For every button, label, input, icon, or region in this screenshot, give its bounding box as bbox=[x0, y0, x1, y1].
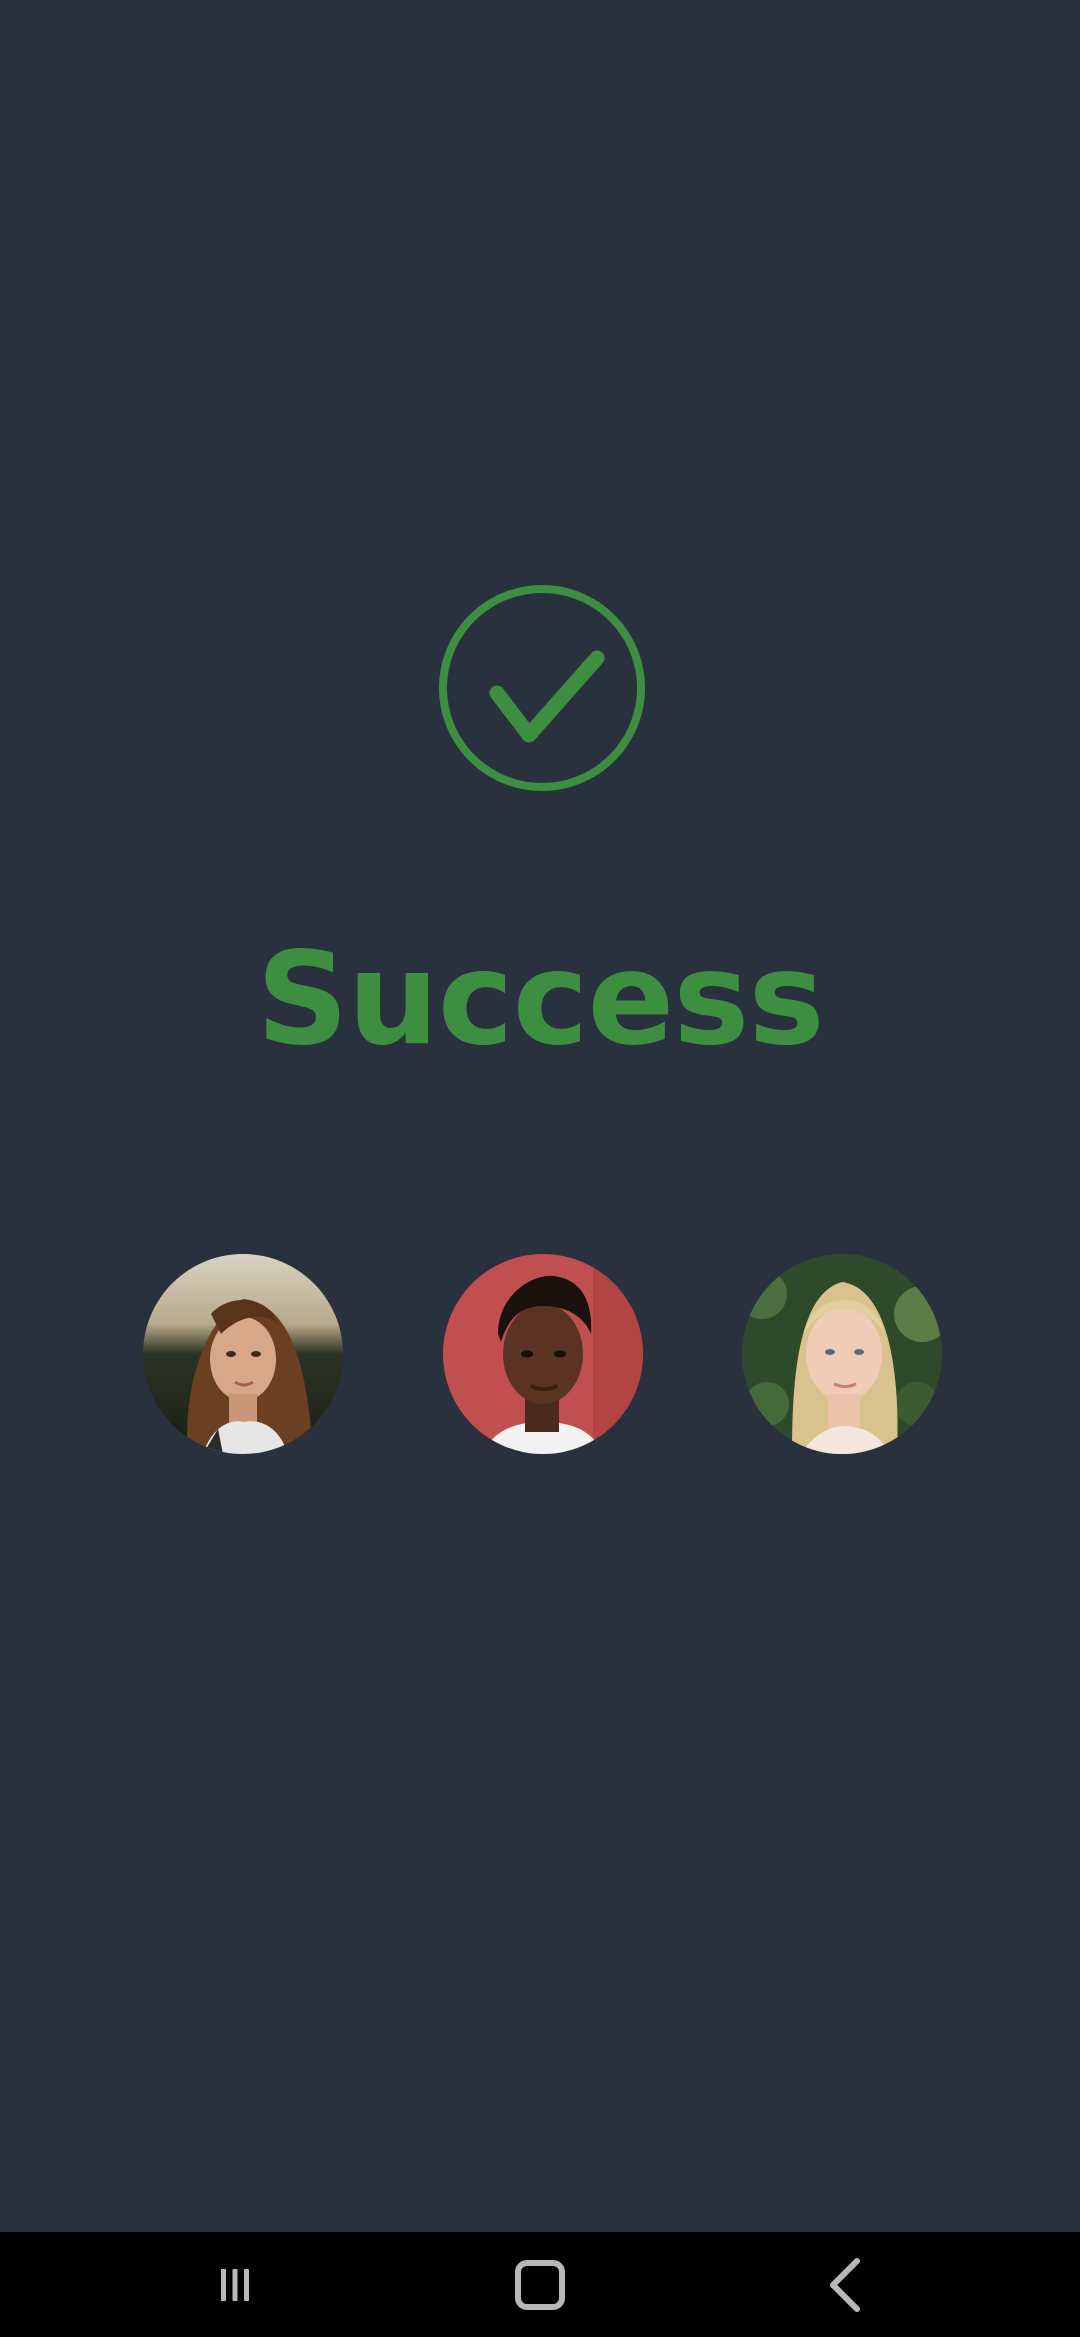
back-button[interactable] bbox=[765, 2232, 925, 2337]
main-content: Success bbox=[0, 0, 1080, 2232]
avatar bbox=[742, 1254, 942, 1454]
success-title: Success bbox=[256, 925, 824, 1074]
avatar bbox=[143, 1254, 343, 1454]
home-icon bbox=[515, 2259, 565, 2310]
recent-apps-icon bbox=[221, 2268, 249, 2301]
success-screen: Success bbox=[0, 0, 1080, 2337]
recent-apps-button[interactable] bbox=[155, 2232, 315, 2337]
system-navigation-bar bbox=[0, 2232, 1080, 2337]
home-button[interactable] bbox=[460, 2232, 620, 2337]
back-icon bbox=[830, 2257, 860, 2312]
avatar bbox=[443, 1254, 643, 1454]
check-circle-icon bbox=[437, 583, 647, 793]
avatar-row bbox=[0, 1254, 1080, 1454]
